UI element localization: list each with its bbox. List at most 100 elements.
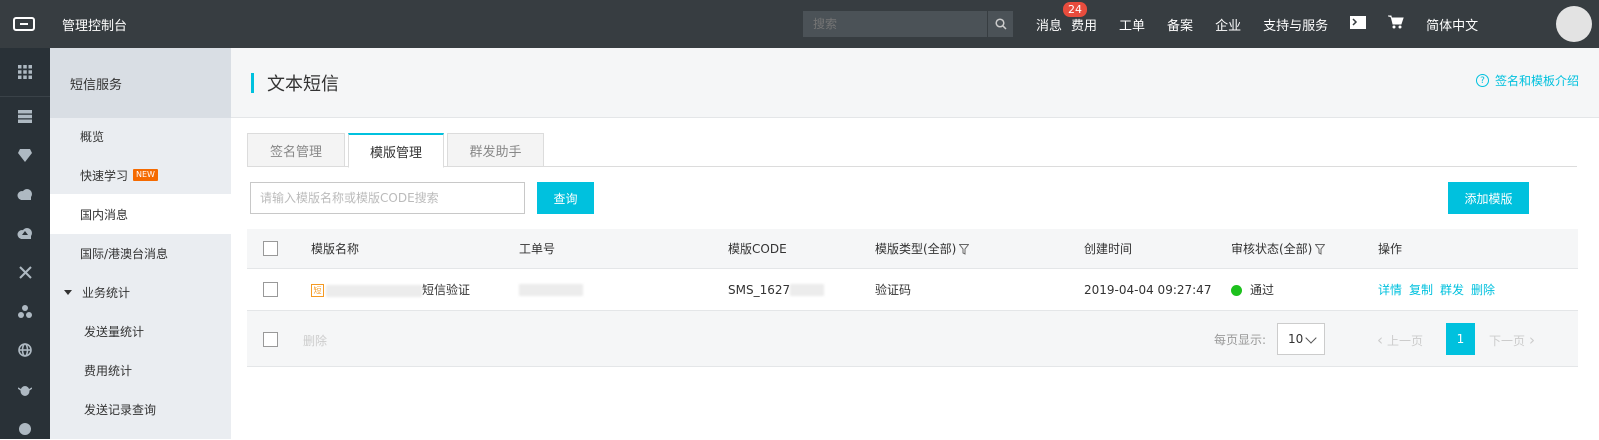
new-badge: NEW [133,169,158,181]
grid-menu-icon[interactable] [0,61,50,83]
col-status-label: 审核状态(全部) [1231,242,1313,256]
sidebar-divider [0,96,50,97]
nav-billing[interactable]: 费用 [1071,15,1097,34]
help-link-label: 签名和模板介绍 [1494,74,1579,88]
col-status[interactable]: 审核状态(全部) [1231,240,1326,257]
more-product-icon[interactable] [0,418,50,440]
col-type-label: 模版类型(全部) [875,242,957,256]
tab-signature[interactable]: 签名管理 [247,133,345,167]
sidebar-item-send-stats[interactable]: 发送量统计 [50,311,231,351]
top-search-input[interactable] [803,17,987,31]
current-page-button[interactable]: 1 [1446,323,1475,355]
globe-icon[interactable] [0,339,50,361]
sidebar-title: 短信服务 [50,48,231,118]
sidebar-item-label: 概览 [80,129,105,144]
bug-icon[interactable] [0,378,50,400]
table-header: 模版名称 工单号 模版CODE 模版类型(全部) 创建时间 审核状态(全部) 操… [247,229,1578,269]
sidebar-item-label: 费用统计 [84,363,133,378]
question-icon: ? [1475,74,1489,87]
sidebar-item-label: 国内消息 [80,207,129,222]
col-code: 模版CODE [728,242,787,256]
filter-icon [959,244,970,255]
cloud-icon[interactable] [0,183,50,205]
search-icon[interactable] [987,11,1013,37]
network-icon[interactable] [0,261,50,283]
select-all-checkbox[interactable] [263,241,278,256]
product-icon-sidebar [0,48,50,439]
bulk-send-link[interactable]: 群发 [1440,283,1464,297]
chevron-right-icon: › [1529,331,1536,349]
col-ticket: 工单号 [519,242,556,256]
nav-enterprise[interactable]: 企业 [1215,15,1241,34]
redacted-text [326,284,422,297]
nav-icp[interactable]: 备案 [1167,15,1193,34]
template-name: 短 短信验证 [311,281,470,298]
delete-link[interactable]: 删除 [1471,283,1495,297]
status-ok-icon [1231,285,1242,296]
template-search-input[interactable] [250,182,525,214]
template-table: 模版名称 工单号 模版CODE 模版类型(全部) 创建时间 审核状态(全部) 操… [247,229,1578,367]
sidebar-item-cost-stats[interactable]: 费用统计 [50,350,231,390]
copy-link[interactable]: 复制 [1409,283,1433,297]
filter-icon [1315,244,1326,255]
detail-link[interactable]: 详情 [1378,283,1402,297]
sidebar-item-label: 快速学习 [80,168,129,183]
sidebar-item-quick-learn[interactable]: 快速学习 NEW [50,155,231,195]
col-name: 模版名称 [311,242,360,256]
top-nav: 消息 24 费用 工单 备案 企业 支持与服务 简体中文 [1036,0,1500,48]
template-name-suffix: 短信验证 [422,283,471,297]
cloud-upload-icon[interactable] [0,222,50,244]
sidebar-item-label: 业务统计 [82,285,131,300]
tab-bar: 签名管理 模版管理 群发助手 [247,133,1577,168]
next-page-button[interactable]: 下一页 › [1489,331,1535,349]
row-checkbox[interactable] [263,282,278,297]
sidebar-item-label: 国际/港澳台消息 [80,246,169,261]
nav-tickets[interactable]: 工单 [1119,15,1145,34]
tab-template[interactable]: 模版管理 [348,133,444,168]
tab-bulk[interactable]: 群发助手 [447,133,544,167]
nav-messages-label: 消息 [1036,18,1063,34]
nav-support[interactable]: 支持与服务 [1263,15,1328,34]
table-footer: 删除 每页显示: 10 ‹ 上一页 1 下一页 › [247,311,1578,367]
audit-status: 通过 [1231,281,1274,298]
sidebar-item-send-log[interactable]: 发送记录查询 [50,389,231,429]
table-row: 短 短信验证 SMS_1627 验证码 2019-04-04 09:27:47 通… [247,269,1578,311]
user-avatar[interactable] [1556,6,1592,42]
page-title: 文本短信 [267,73,339,95]
product-sidebar: 短信服务 概览 快速学习 NEW 国内消息 国际/港澳台消息 业务统计 发送量统计… [50,48,231,439]
top-search-box [803,11,1013,37]
sidebar-item-overview[interactable]: 概览 [50,116,231,156]
batch-delete-button[interactable]: 删除 [303,332,327,349]
sidebar-item-domestic[interactable]: 国内消息 [50,194,231,234]
cluster-icon[interactable] [0,300,50,322]
nav-messages[interactable]: 消息 24 [1036,1,1087,34]
query-button[interactable]: 查询 [537,182,594,214]
nav-language[interactable]: 简体中文 [1426,15,1478,34]
per-page-label: 每页显示: [1214,333,1267,347]
row-actions: 详情 复制 群发 删除 [1378,281,1502,298]
prev-page-button[interactable]: ‹ 上一页 [1377,331,1423,349]
top-navbar: 管理控制台 消息24 费用 工单 备案 企业 支持与服务 简体中文 [0,0,1599,48]
col-type[interactable]: 模版类型(全部) [875,240,970,257]
sidebar-item-label: 发送记录查询 [84,402,157,417]
footer-select-all-checkbox[interactable] [263,332,278,347]
template-type-icon: 短 [311,284,324,297]
created-time: 2019-04-04 09:27:47 [1084,282,1212,297]
chevron-left-icon: ‹ [1377,331,1383,349]
sidebar-item-international[interactable]: 国际/港澳台消息 [50,233,231,273]
console-title[interactable]: 管理控制台 [62,15,127,34]
cart-icon[interactable] [1388,15,1404,33]
help-link[interactable]: ? 签名和模板介绍 [1475,72,1579,89]
col-created: 创建时间 [1084,242,1133,256]
title-accent-bar [251,72,254,93]
sidebar-item-stats[interactable]: 业务统计 [50,272,231,312]
terminal-icon[interactable] [1350,15,1367,33]
template-code-value: SMS_1627 [728,282,791,297]
aliyun-logo-icon[interactable] [0,0,48,48]
server-icon[interactable] [0,105,50,127]
per-page-select[interactable]: 10 [1277,323,1325,355]
add-template-button[interactable]: 添加模版 [1448,182,1529,214]
prev-page-label: 上一页 [1387,334,1424,348]
shield-icon[interactable] [0,144,50,166]
redacted-text [790,284,825,296]
